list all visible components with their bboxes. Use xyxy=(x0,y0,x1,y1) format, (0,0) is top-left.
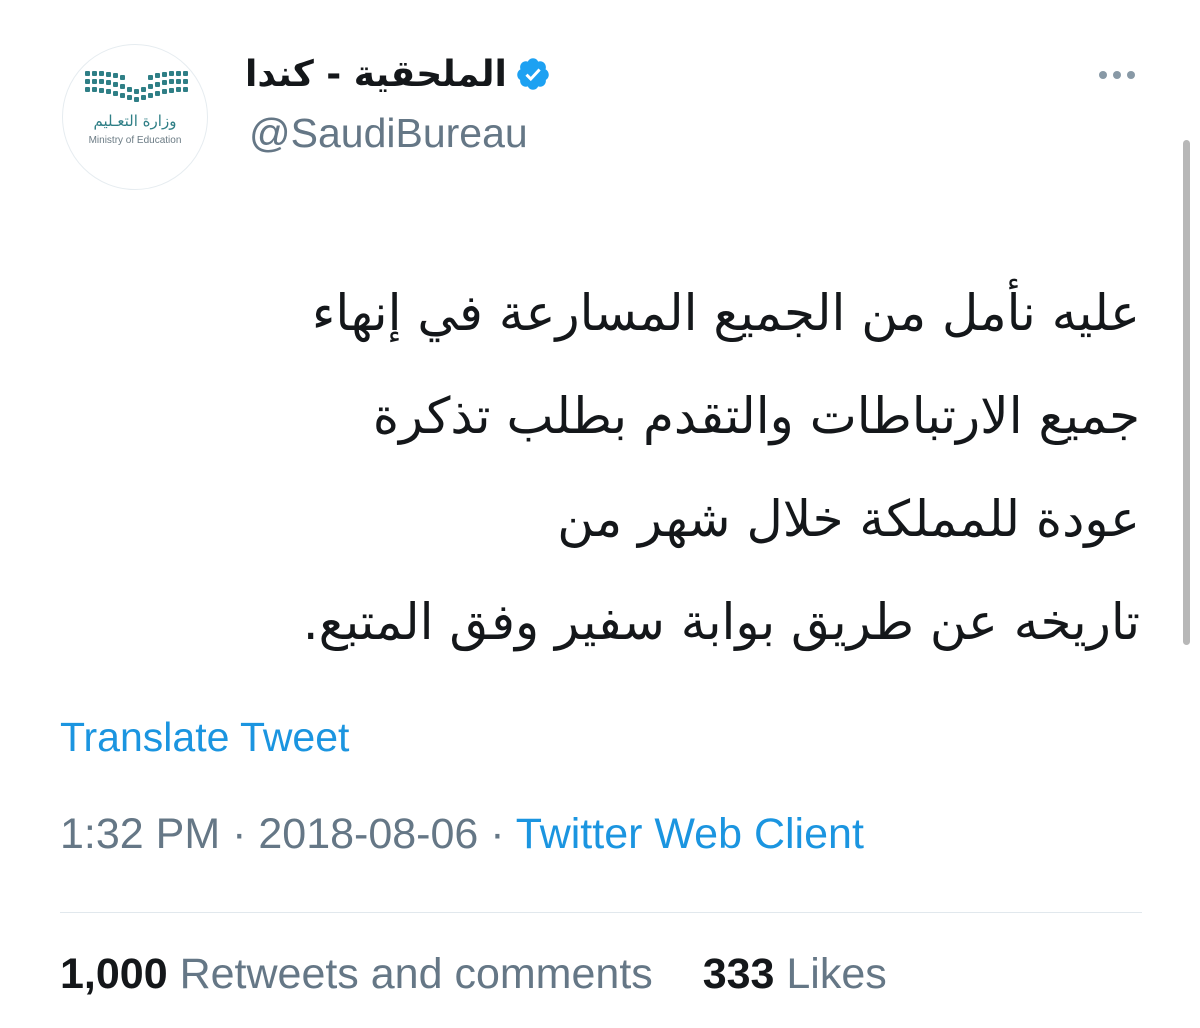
tweet-time[interactable]: 1:32 PM xyxy=(60,810,220,858)
divider xyxy=(60,912,1142,913)
likes-label: Likes xyxy=(786,950,887,998)
translate-tweet-link[interactable]: Translate Tweet xyxy=(60,714,349,761)
likes-count: 333 xyxy=(702,950,775,998)
meta-separator: · xyxy=(232,810,247,858)
tweet-text: عليه نأمل من الجميع المسارعة في إنهاء جم… xyxy=(60,262,1140,674)
tweet-text-line: عودة للمملكة خلال شهر من xyxy=(557,490,1140,548)
likes-stat[interactable]: 333 Likes xyxy=(691,950,887,998)
tweet-text-line: جميع الارتباطات والتقدم بطلب تذكرة xyxy=(372,387,1140,445)
scrollbar[interactable] xyxy=(1183,140,1190,645)
logo-text-english: Ministry of Education xyxy=(88,135,182,146)
meta-separator: · xyxy=(490,810,505,858)
more-dots-icon xyxy=(1099,71,1135,79)
author-handle[interactable]: @SaudiBureau xyxy=(249,110,528,157)
tweet-meta: 1:32 PM · 2018-08-06 · Twitter Web Clien… xyxy=(60,810,864,859)
tweet-text-line: تاريخه عن طريق بوابة سفير وفق المتبع. xyxy=(302,593,1140,651)
tweet-source-link[interactable]: Twitter Web Client xyxy=(516,810,864,858)
retweets-stat[interactable]: 1,000 Retweets and comments xyxy=(60,950,665,998)
tweet-date[interactable]: 2018-08-06 xyxy=(258,810,478,858)
retweets-label: Retweets and comments xyxy=(179,950,653,998)
verified-badge-icon xyxy=(517,58,549,90)
tweet-stats: 1,000 Retweets and comments 333 Likes xyxy=(60,950,887,999)
more-options-button[interactable] xyxy=(1090,60,1150,90)
avatar[interactable]: وزارة التعـليم Ministry of Education xyxy=(62,44,208,190)
tweet-text-line: عليه نأمل من الجميع المسارعة في إنهاء xyxy=(311,284,1140,342)
retweets-count: 1,000 xyxy=(60,950,168,998)
logo-text-arabic: وزارة التعـليم xyxy=(93,112,177,130)
display-name[interactable]: الملحقية - كندا xyxy=(245,54,507,95)
author-name-row[interactable]: الملحقية - كندا xyxy=(245,48,551,100)
